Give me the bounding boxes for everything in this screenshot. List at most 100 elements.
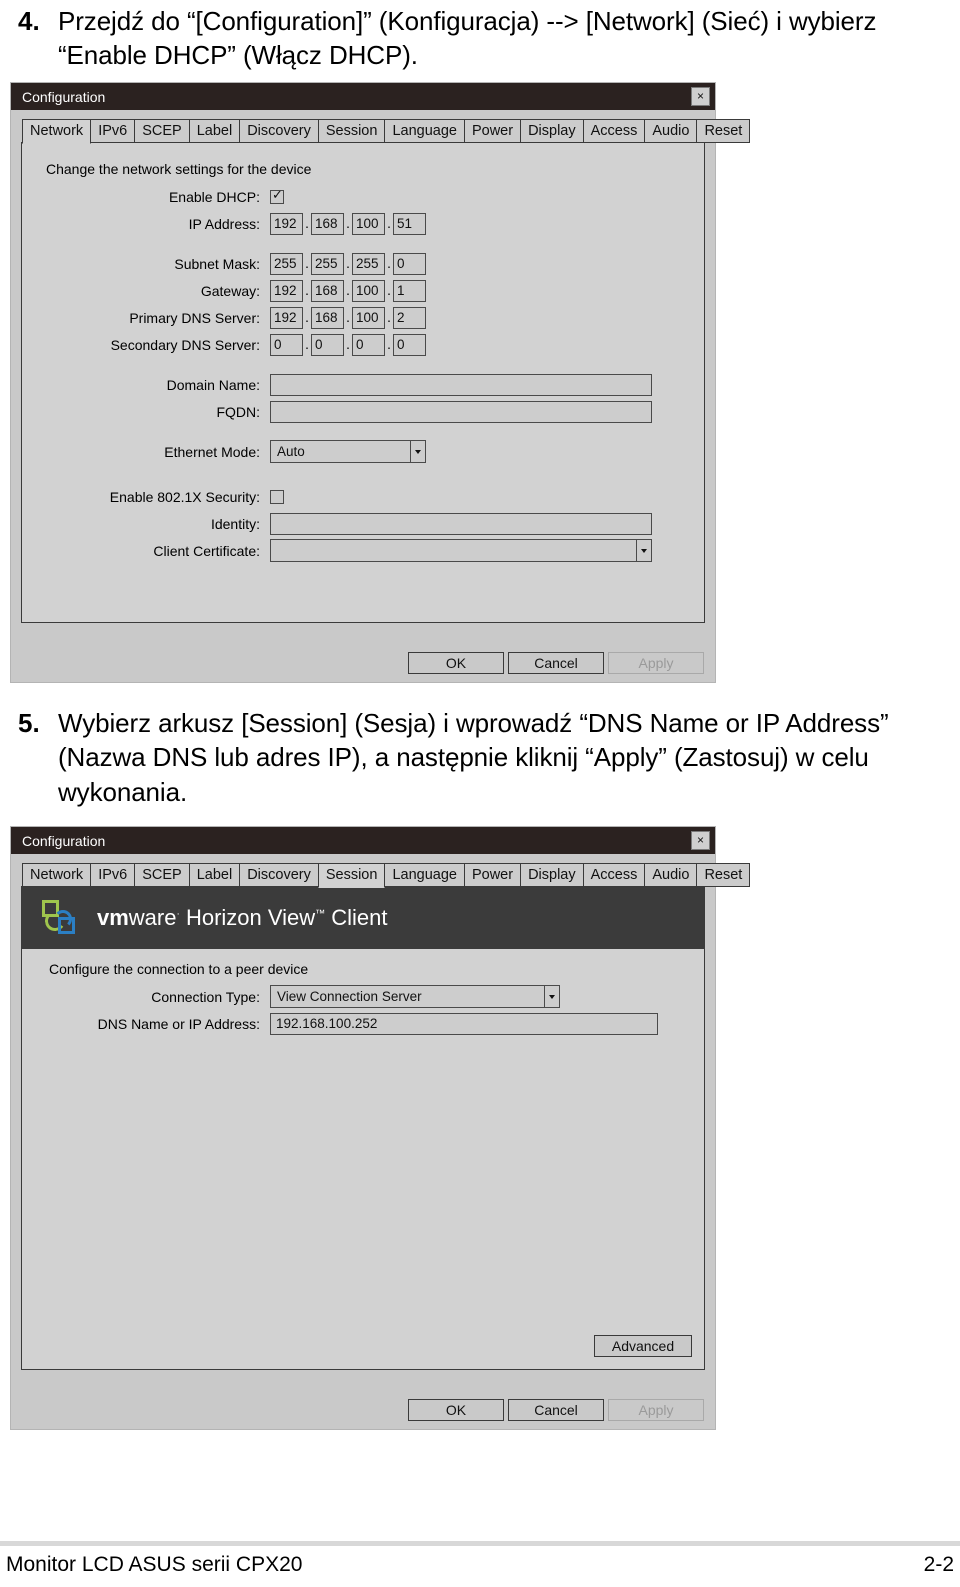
tab-label[interactable]: Label — [188, 863, 241, 887]
close-icon[interactable]: × — [691, 831, 710, 850]
cancel-button[interactable]: Cancel — [508, 1399, 604, 1421]
connection-type-select[interactable]: View Connection Server — [270, 985, 560, 1008]
tab-panel-session: vmware· Horizon View™ Client Configure t… — [21, 886, 705, 1370]
page-number: 2-2 — [923, 1553, 954, 1576]
row-domain-name: Domain Name: — [22, 371, 704, 398]
enable-dhcp-checkbox[interactable] — [270, 187, 284, 204]
client-certificate-value — [271, 540, 636, 561]
tab-access[interactable]: Access — [582, 863, 646, 887]
ok-button[interactable]: OK — [408, 652, 504, 674]
advanced-button[interactable]: Advanced — [594, 1335, 692, 1357]
tab-label[interactable]: Label — [188, 119, 241, 143]
ethernet-mode-label: Ethernet Mode: — [164, 443, 260, 460]
tab-audio[interactable]: Audio — [644, 863, 698, 887]
dialog-title: Configuration — [22, 832, 106, 849]
primary-dns-octet-2[interactable]: 168 — [311, 306, 344, 329]
step-number: 4. — [18, 6, 40, 36]
tab-language[interactable]: Language — [384, 119, 465, 143]
tab-network[interactable]: Network — [22, 119, 92, 144]
row-gateway: Gateway: 192 . 168 . 100 . 1 — [22, 277, 704, 304]
subnet-octet-2[interactable]: 255 — [311, 252, 344, 275]
secondary-dns-octet-3[interactable]: 0 — [352, 333, 385, 356]
secondary-dns-octet-1[interactable]: 0 — [270, 333, 303, 356]
close-icon[interactable]: × — [691, 87, 710, 106]
gateway-octet-4[interactable]: 1 — [393, 279, 426, 302]
step-text: Wybierz arkusz [Session] (Sesja) i wprow… — [58, 708, 889, 807]
dns-name-input[interactable]: 192.168.100.252 — [270, 1012, 658, 1035]
subnet-octet-1[interactable]: 255 — [270, 252, 303, 275]
tab-language[interactable]: Language — [384, 863, 465, 887]
row-subnet-mask: Subnet Mask: 255 . 255 . 255 . 0 — [22, 250, 704, 277]
fqdn-input[interactable] — [270, 400, 652, 423]
chevron-down-icon[interactable] — [410, 441, 425, 462]
configuration-dialog-session: Configuration × Network IPv6 SCEP Label … — [10, 826, 751, 1430]
dialog-body: Network IPv6 SCEP Label Discovery Sessio… — [11, 110, 751, 682]
ip-address-label: IP Address: — [188, 215, 260, 232]
step-text: Przejdź do “[Configuration]” (Konfigurac… — [58, 6, 877, 71]
tab-access[interactable]: Access — [582, 119, 646, 143]
apply-button[interactable]: Apply — [608, 1399, 704, 1421]
tab-session[interactable]: Session — [317, 119, 386, 143]
tab-session[interactable]: Session — [317, 863, 386, 888]
ethernet-mode-select[interactable]: Auto — [270, 440, 426, 463]
domain-name-input[interactable] — [270, 373, 652, 396]
identity-input[interactable] — [270, 512, 652, 535]
row-secondary-dns: Secondary DNS Server: 0 . 0 . 0 . 0 — [22, 331, 704, 358]
gateway-label: Gateway: — [200, 282, 260, 299]
tab-display[interactable]: Display — [520, 863, 584, 887]
ip-octet-4[interactable]: 51 — [393, 212, 426, 235]
ethernet-mode-value: Auto — [277, 444, 305, 459]
tab-ipv6[interactable]: IPv6 — [90, 119, 136, 143]
row-primary-dns: Primary DNS Server: 192 . 168 . 100 . 2 — [22, 304, 704, 331]
tab-power[interactable]: Power — [463, 863, 522, 887]
subnet-octet-3[interactable]: 255 — [352, 252, 385, 275]
vmware-logo-icon — [39, 897, 81, 939]
vmware-brand-header: vmware· Horizon View™ Client — [22, 887, 704, 949]
network-settings-form: Enable DHCP: IP Address: 192 . 168 . 100… — [22, 183, 704, 564]
chevron-down-icon[interactable] — [636, 540, 651, 561]
tab-reset[interactable]: Reset — [696, 863, 751, 887]
primary-dns-octet-4[interactable]: 2 — [393, 306, 426, 329]
cancel-button[interactable]: Cancel — [508, 652, 604, 674]
octet-separator: . — [387, 336, 391, 352]
domain-name-label: Domain Name: — [166, 376, 260, 393]
enable-8021x-checkbox[interactable] — [270, 489, 284, 504]
row-client-certificate: Client Certificate: — [22, 537, 704, 564]
tab-audio[interactable]: Audio — [644, 119, 698, 143]
tab-scep[interactable]: SCEP — [134, 863, 190, 887]
tab-display[interactable]: Display — [520, 119, 584, 143]
ok-button[interactable]: OK — [408, 1399, 504, 1421]
octet-separator: . — [387, 309, 391, 325]
ip-octet-2[interactable]: 168 — [311, 212, 344, 235]
tab-network[interactable]: Network — [22, 863, 92, 887]
apply-button[interactable]: Apply — [608, 652, 704, 674]
tab-reset[interactable]: Reset — [696, 119, 751, 143]
tab-discovery[interactable]: Discovery — [239, 863, 319, 887]
tab-ipv6[interactable]: IPv6 — [90, 863, 136, 887]
secondary-dns-octet-4[interactable]: 0 — [393, 333, 426, 356]
subnet-octet-4[interactable]: 0 — [393, 252, 426, 275]
panel-heading: Configure the connection to a peer devic… — [49, 961, 309, 977]
ip-octet-1[interactable]: 192 — [270, 212, 303, 235]
tab-power[interactable]: Power — [463, 119, 522, 143]
primary-dns-octet-1[interactable]: 192 — [270, 306, 303, 329]
ip-octet-3[interactable]: 100 — [352, 212, 385, 235]
octet-separator: . — [387, 215, 391, 231]
row-identity: Identity: — [22, 510, 704, 537]
client-certificate-select[interactable] — [270, 539, 652, 562]
tab-discovery[interactable]: Discovery — [239, 119, 319, 143]
dns-name-label: DNS Name or IP Address: — [97, 1015, 260, 1032]
row-ethernet-mode: Ethernet Mode: Auto — [22, 438, 704, 465]
vmware-brand-text: vmware· Horizon View™ Client — [97, 905, 388, 931]
tab-scep[interactable]: SCEP — [134, 119, 190, 143]
gateway-octet-3[interactable]: 100 — [352, 279, 385, 302]
gateway-octet-2[interactable]: 168 — [311, 279, 344, 302]
chevron-down-icon[interactable] — [544, 986, 559, 1007]
fqdn-label: FQDN: — [216, 403, 260, 420]
connection-type-label: Connection Type: — [151, 988, 260, 1005]
primary-dns-octet-3[interactable]: 100 — [352, 306, 385, 329]
gateway-octet-1[interactable]: 192 — [270, 279, 303, 302]
secondary-dns-octet-2[interactable]: 0 — [311, 333, 344, 356]
row-fqdn: FQDN: — [22, 398, 704, 425]
dialog-button-bar: OK Cancel Apply — [11, 652, 715, 674]
